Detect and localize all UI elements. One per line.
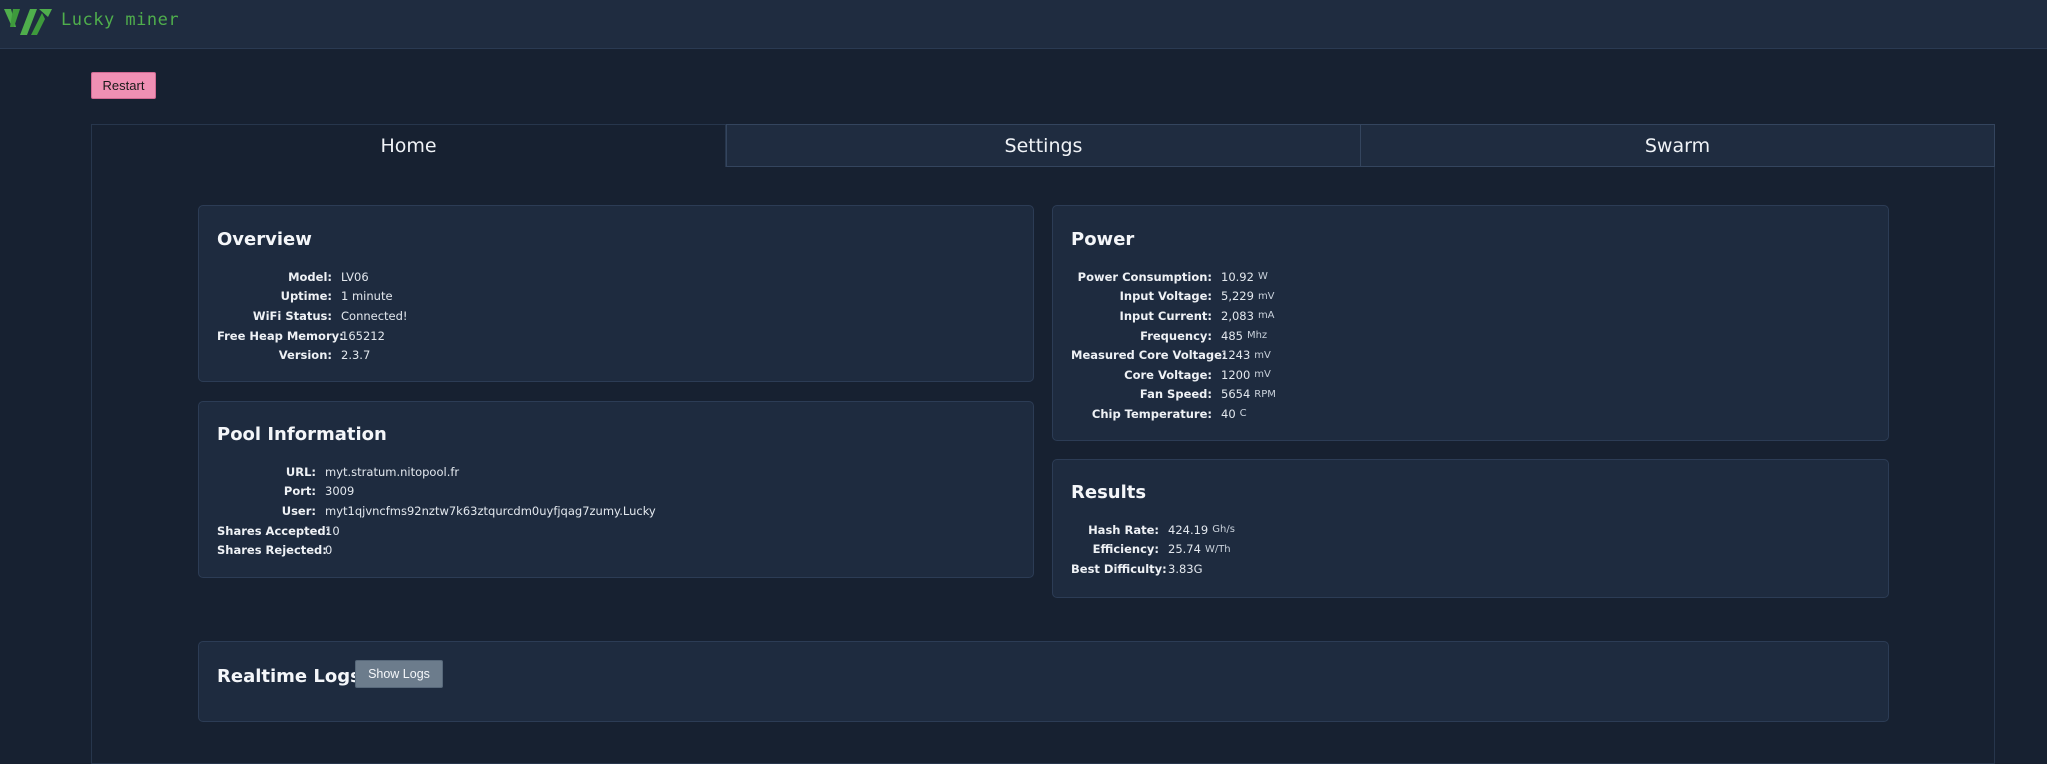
uptime-value: 1 minute <box>341 289 393 304</box>
pool-row-user: User: myt1qjvncfms92nztw7k63ztqurcdm0uyf… <box>217 501 656 521</box>
core-voltage-unit: mV <box>1254 369 1271 381</box>
best-difficulty-label: Best Difficulty: <box>1071 561 1167 576</box>
input-current-unit: mA <box>1257 310 1275 322</box>
show-logs-button[interactable]: Show Logs <box>355 660 443 688</box>
tab-settings[interactable]: Settings <box>726 124 1361 167</box>
wifi-status-label: WiFi Status: <box>252 308 332 323</box>
results-title: Results <box>1071 482 1147 503</box>
power-consumption-value: 10.92 <box>1221 269 1254 284</box>
overview-row-model: Model: LV06 <box>217 267 408 287</box>
results-row-hash-rate: Hash Rate: 424.19 Gh/s <box>1071 520 1235 540</box>
power-consumption-unit: W <box>1257 271 1268 283</box>
realtime-logs-card: Realtime Logs <box>198 641 1889 722</box>
lucky-miner-logo-icon <box>4 9 52 35</box>
pool-port-value: 3009 <box>325 484 355 499</box>
pool-row-url: URL: myt.stratum.nitopool.fr <box>217 462 656 482</box>
overview-row-uptime: Uptime: 1 minute <box>217 287 408 307</box>
tab-swarm[interactable]: Swarm <box>1360 124 1995 167</box>
power-row-frequency: Frequency: 485 Mhz <box>1071 326 1276 346</box>
power-row-chip-temperature: Chip Temperature: 40 C <box>1071 404 1276 424</box>
efficiency-value: 25.74 <box>1168 542 1201 557</box>
pool-url-label: URL: <box>285 464 316 479</box>
best-difficulty-value: 3.83G <box>1168 561 1203 576</box>
efficiency-unit: W/Th <box>1204 543 1231 555</box>
pool-row-shares-rejected: Shares Rejected: 0 <box>217 540 656 560</box>
overview-card: Overview Model: LV06 Uptime: 1 minute Wi… <box>198 205 1034 382</box>
pool-user-value: myt1qjvncfms92nztw7k63ztqurcdm0uyfjqag7z… <box>325 503 656 518</box>
power-row-measured-core-voltage: Measured Core Voltage: 1243 mV <box>1071 345 1276 365</box>
results-list: Hash Rate: 424.19 Gh/s Efficiency: 25.74 W… <box>1071 520 1235 579</box>
model-value: LV06 <box>341 269 369 284</box>
power-row-fan-speed: Fan Speed: 5654 RPM <box>1071 385 1276 405</box>
top-navbar: Lucky miner <box>0 0 2047 49</box>
frequency-value: 485 <box>1221 328 1243 343</box>
input-current-label: Input Current: <box>1119 308 1212 323</box>
version-label: Version: <box>278 348 332 363</box>
hash-rate-value: 424.19 <box>1168 522 1209 537</box>
fan-speed-label: Fan Speed: <box>1139 387 1212 402</box>
power-row-input-voltage: Input Voltage: 5,229 mV <box>1071 287 1276 307</box>
pool-list: URL: myt.stratum.nitopool.fr Port: 3009 … <box>217 462 656 560</box>
pool-information-card: Pool Information URL: myt.stratum.nitopo… <box>198 401 1034 578</box>
wifi-status-value: Connected! <box>341 308 408 323</box>
pool-row-shares-accepted: Shares Accepted: 10 <box>217 521 656 541</box>
free-heap-label: Free Heap Memory: <box>217 328 344 343</box>
chip-temperature-value: 40 <box>1221 406 1236 421</box>
pool-port-label: Port: <box>283 484 316 499</box>
hash-rate-label: Hash Rate: <box>1088 522 1159 537</box>
results-row-efficiency: Efficiency: 25.74 W/Th <box>1071 540 1235 560</box>
core-voltage-value: 1200 <box>1221 367 1251 382</box>
shares-rejected-value: 0 <box>325 543 333 558</box>
core-voltage-label: Core Voltage: <box>1124 367 1212 382</box>
shares-accepted-value: 10 <box>325 523 340 538</box>
results-card: Results Hash Rate: 424.19 Gh/s Efficiency… <box>1052 459 1889 598</box>
input-voltage-unit: mV <box>1257 290 1275 302</box>
frequency-unit: Mhz <box>1246 330 1268 342</box>
version-value: 2.3.7 <box>341 348 371 363</box>
chip-temperature-label: Chip Temperature: <box>1091 406 1212 421</box>
frequency-label: Frequency: <box>1140 328 1212 343</box>
power-consumption-label: Power Consumption: <box>1077 269 1212 284</box>
shares-rejected-label: Shares Rejected: <box>217 543 327 558</box>
power-title: Power <box>1071 229 1135 250</box>
overview-title: Overview <box>217 229 312 250</box>
free-heap-value: 165212 <box>341 328 385 343</box>
model-label: Model: <box>288 269 332 284</box>
pool-user-label: User: <box>281 503 316 518</box>
overview-row-version: Version: 2.3.7 <box>217 345 408 365</box>
measured-core-voltage-value: 1243 <box>1221 348 1251 363</box>
power-row-core-voltage: Core Voltage: 1200 mV <box>1071 365 1276 385</box>
hash-rate-unit: Gh/s <box>1212 524 1235 536</box>
power-list: Power Consumption: 10.92 W Input Voltage:… <box>1071 267 1276 424</box>
brand-name: Lucky miner <box>61 10 180 30</box>
realtime-logs-title: Realtime Logs <box>217 666 361 687</box>
pool-row-port: Port: 3009 <box>217 482 656 502</box>
pool-information-title: Pool Information <box>217 424 387 445</box>
input-current-value: 2,083 <box>1221 308 1254 323</box>
power-row-consumption: Power Consumption: 10.92 W <box>1071 267 1276 287</box>
measured-core-voltage-unit: mV <box>1254 349 1271 361</box>
efficiency-label: Efficiency: <box>1092 542 1159 557</box>
restart-button[interactable]: Restart <box>91 72 156 99</box>
overview-row-heap: Free Heap Memory: 165212 <box>217 326 408 346</box>
measured-core-voltage-label: Measured Core Voltage: <box>1071 348 1227 363</box>
uptime-label: Uptime: <box>280 289 332 304</box>
fan-speed-value: 5654 <box>1221 387 1251 402</box>
overview-list: Model: LV06 Uptime: 1 minute WiFi Status… <box>217 267 408 365</box>
chip-temperature-unit: C <box>1239 408 1247 420</box>
power-card: Power Power Consumption: 10.92 W Input Vo… <box>1052 205 1889 441</box>
results-row-best-difficulty: Best Difficulty: 3.83G <box>1071 559 1235 579</box>
overview-row-wifi: WiFi Status: Connected! <box>217 306 408 326</box>
input-voltage-value: 5,229 <box>1221 289 1254 304</box>
input-voltage-label: Input Voltage: <box>1119 289 1212 304</box>
shares-accepted-label: Shares Accepted: <box>217 523 331 538</box>
power-row-input-current: Input Current: 2,083 mA <box>1071 306 1276 326</box>
pool-url-value: myt.stratum.nitopool.fr <box>325 464 460 479</box>
fan-speed-unit: RPM <box>1254 388 1276 400</box>
tab-home[interactable]: Home <box>91 124 726 167</box>
